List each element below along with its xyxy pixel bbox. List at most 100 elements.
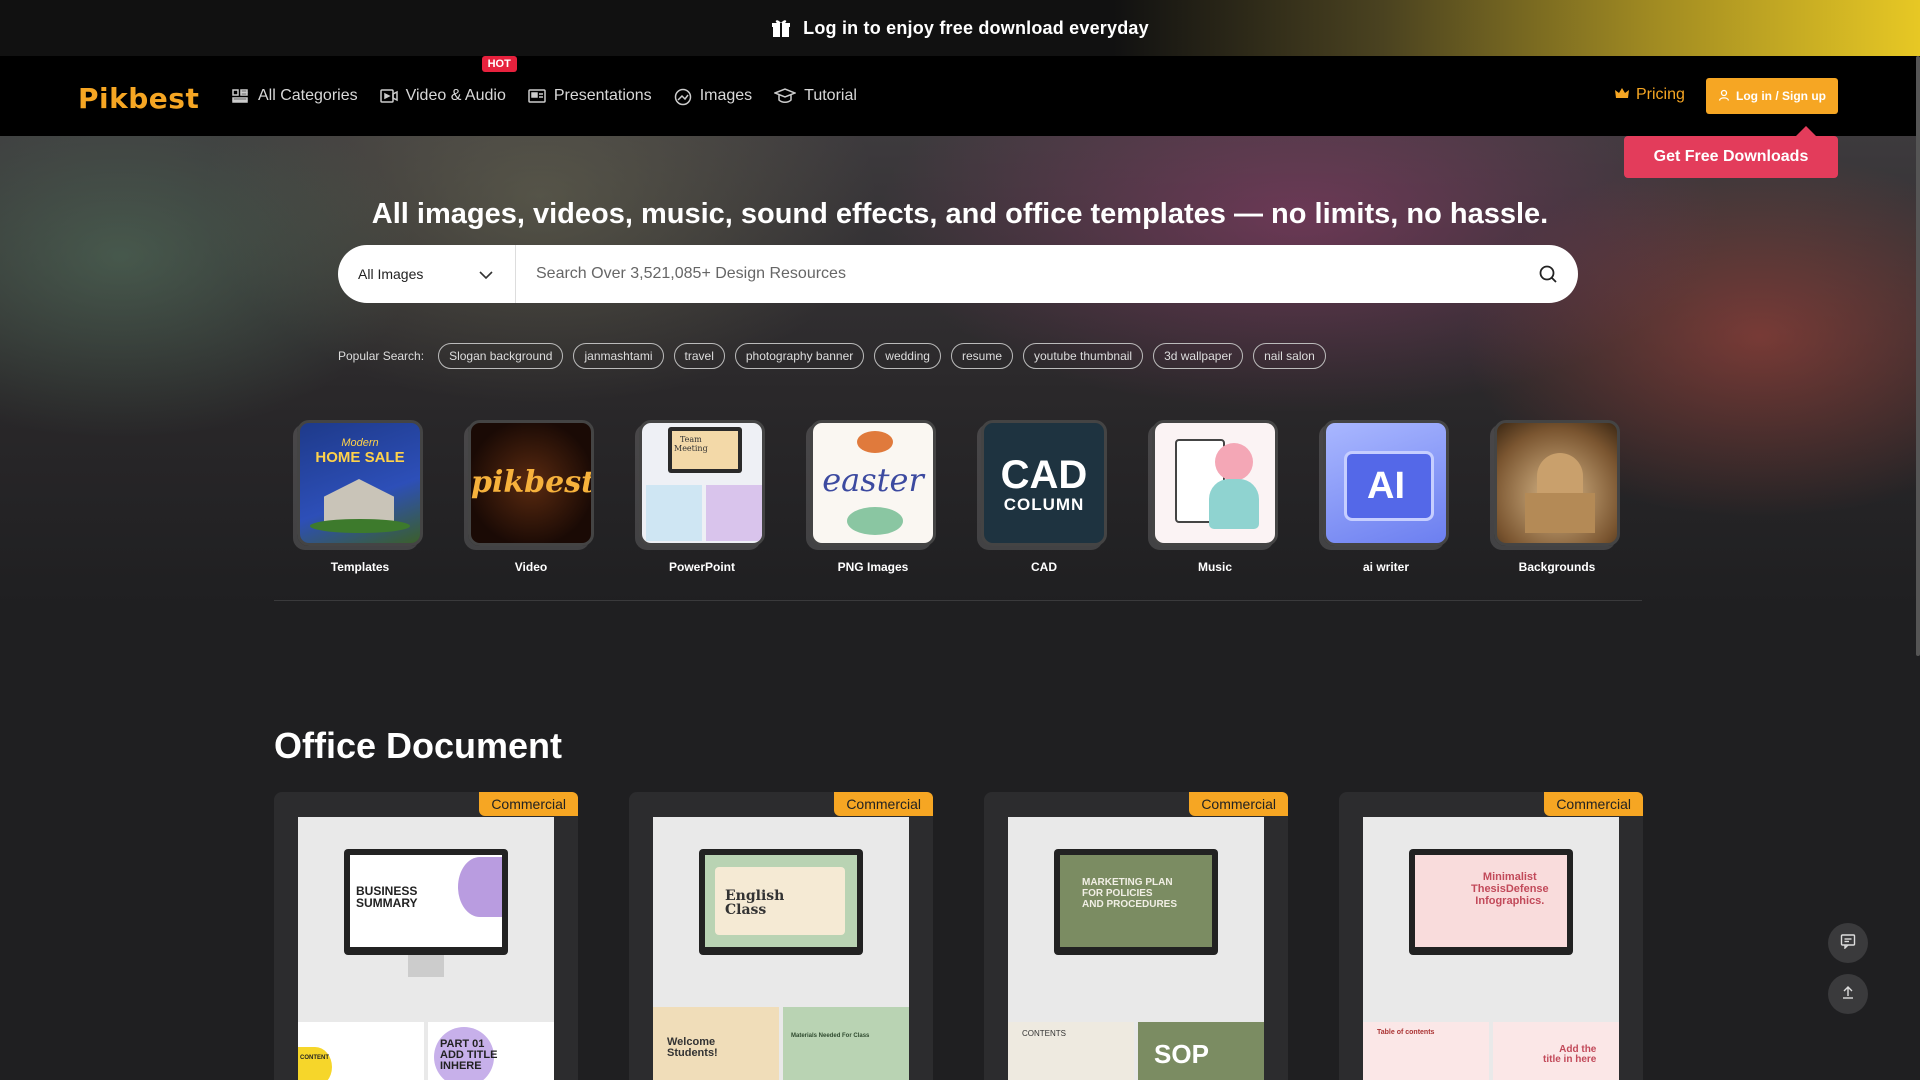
presentation-icon xyxy=(528,88,546,104)
gift-icon xyxy=(771,18,791,38)
card-text: MARKETING PLAN xyxy=(1082,877,1173,888)
office-card[interactable]: English Class Welcome Students! Materials … xyxy=(629,792,933,1080)
thumb-text: HOME SALE xyxy=(315,449,405,466)
office-card-image: BUSINESS SUMMARY CONTENT PART 01 ADD TITLE… xyxy=(298,817,554,1080)
thumb-text: AI xyxy=(1367,465,1405,507)
card-text: SUMMARY xyxy=(356,896,418,910)
popular-tag[interactable]: youtube thumbnail xyxy=(1023,343,1144,369)
category-label: Video xyxy=(514,560,548,574)
get-free-downloads-button[interactable]: Get Free Downloads xyxy=(1624,126,1838,178)
popular-search: Popular Search: Slogan background janmas… xyxy=(338,343,1326,369)
commercial-badge: Commercial xyxy=(1189,792,1288,816)
office-card[interactable]: MARKETING PLAN FOR POLICIES AND PROCEDURES… xyxy=(984,792,1288,1080)
nav-all-categories-label: All Categories xyxy=(258,87,358,104)
nav-presentations-label: Presentations xyxy=(553,87,652,104)
popular-tag[interactable]: photography banner xyxy=(734,343,865,369)
crown-icon xyxy=(1614,86,1630,104)
office-card-image: Minimalist ThesisDefense Infographics. Tab… xyxy=(1363,817,1619,1080)
office-card[interactable]: Minimalist ThesisDefense Infographics. Tab… xyxy=(1339,792,1643,1080)
arrow-up-icon xyxy=(1840,984,1856,1005)
section-divider xyxy=(274,600,1642,601)
card-text: FOR POLICIES xyxy=(1082,888,1153,899)
card-text: ThesisDefense xyxy=(1471,883,1549,895)
nav-all-categories[interactable]: All Categories xyxy=(232,86,358,106)
hot-badge: HOT xyxy=(481,56,517,72)
card-text: Infographics. xyxy=(1475,895,1545,907)
popular-tag[interactable]: 3d wallpaper xyxy=(1153,343,1244,369)
category-ai-writer[interactable]: AI ai writer xyxy=(1316,420,1456,574)
commercial-badge: Commercial xyxy=(834,792,933,816)
nav-video-audio[interactable]: HOT Video & Audio xyxy=(379,56,517,106)
card-text: INHERE xyxy=(440,1060,482,1072)
thumb-text: Meeting xyxy=(674,444,708,453)
ai-writer-thumbnail: AI xyxy=(1323,420,1449,546)
popular-tag[interactable]: travel xyxy=(673,343,725,369)
nav-tutorial[interactable]: Tutorial xyxy=(774,86,857,106)
pricing-link[interactable]: Pricing xyxy=(1614,86,1685,104)
templates-thumbnail: Modern HOME SALE xyxy=(297,420,423,546)
graduation-cap-icon xyxy=(774,88,797,104)
thumb-text: easter xyxy=(822,461,924,499)
office-card-image: English Class Welcome Students! Materials … xyxy=(653,817,909,1080)
search-category-select[interactable]: All Images xyxy=(338,245,516,303)
category-templates[interactable]: Modern HOME SALE Templates xyxy=(290,420,430,574)
nav-video-audio-label: Video & Audio xyxy=(405,87,506,104)
search-icon[interactable] xyxy=(1518,264,1578,284)
nav-images-label: Images xyxy=(699,87,753,104)
thumb-text: CAD xyxy=(1000,453,1088,497)
category-video[interactable]: pikbest Video xyxy=(461,420,601,574)
category-png-images[interactable]: easter PNG Images xyxy=(803,420,943,574)
thumb-text: pikbest xyxy=(471,465,594,500)
card-text: title in here xyxy=(1543,1054,1597,1065)
promo-banner[interactable]: Log in to enjoy free download everyday xyxy=(0,0,1920,56)
thumb-text: Team xyxy=(679,435,702,444)
thumb-text: Modern xyxy=(341,437,379,449)
music-thumbnail xyxy=(1152,420,1278,546)
card-text: CONTENT xyxy=(300,1055,329,1061)
powerpoint-thumbnail: Team Meeting xyxy=(639,420,765,546)
png-thumbnail: easter xyxy=(810,420,936,546)
user-icon xyxy=(1718,89,1730,104)
hero-title: All images, videos, music, sound effects… xyxy=(371,198,1549,230)
nav-tutorial-label: Tutorial xyxy=(804,87,857,104)
logo[interactable]: Pikbest xyxy=(78,82,199,115)
search-category-value: All Images xyxy=(358,266,424,282)
category-backgrounds[interactable]: Backgrounds xyxy=(1487,420,1627,574)
card-text: AND PROCEDURES xyxy=(1082,899,1178,910)
category-label: ai writer xyxy=(1362,560,1410,574)
login-signup-button[interactable]: Log in / Sign up xyxy=(1706,78,1838,114)
commercial-badge: Commercial xyxy=(479,792,578,816)
login-label: Log in / Sign up xyxy=(1736,89,1826,103)
category-music[interactable]: Music xyxy=(1145,420,1285,574)
video-icon xyxy=(379,88,398,104)
feedback-button[interactable] xyxy=(1828,923,1868,963)
office-card-image: MARKETING PLAN FOR POLICIES AND PROCEDURES… xyxy=(1008,817,1264,1080)
back-to-top-button[interactable] xyxy=(1828,974,1868,1014)
nav-images[interactable]: Images xyxy=(674,86,752,106)
category-label: PowerPoint xyxy=(668,560,735,574)
scrollbar[interactable] xyxy=(1916,56,1920,656)
category-label: CAD xyxy=(1031,560,1057,574)
popular-tag[interactable]: nail salon xyxy=(1253,343,1326,369)
card-text: SOP xyxy=(1154,1039,1209,1069)
image-icon xyxy=(674,88,692,106)
popular-tag[interactable]: resume xyxy=(950,343,1013,369)
commercial-badge: Commercial xyxy=(1544,792,1643,816)
popular-tag[interactable]: Slogan background xyxy=(438,343,564,369)
category-label: Backgrounds xyxy=(1518,560,1596,574)
category-label: Music xyxy=(1197,560,1232,574)
search-input[interactable] xyxy=(516,245,1518,303)
popular-tag[interactable]: wedding xyxy=(874,343,941,369)
promo-text: Log in to enjoy free download everyday xyxy=(803,17,1149,38)
card-text: CONTENTS xyxy=(1022,1029,1066,1038)
category-cad[interactable]: CAD COLUMN CAD xyxy=(974,420,1114,574)
card-text: Materials Needed For Class xyxy=(791,1033,870,1039)
popular-tag[interactable]: janmashtami xyxy=(573,343,664,369)
office-card[interactable]: BUSINESS SUMMARY CONTENT PART 01 ADD TITLE… xyxy=(274,792,578,1080)
backgrounds-thumbnail xyxy=(1494,420,1620,546)
nav-presentations[interactable]: Presentations xyxy=(528,86,652,106)
category-powerpoint[interactable]: Team Meeting PowerPoint xyxy=(632,420,772,574)
category-label: PNG Images xyxy=(837,560,909,574)
card-text: Minimalist xyxy=(1482,871,1537,883)
chat-icon xyxy=(1840,933,1856,954)
